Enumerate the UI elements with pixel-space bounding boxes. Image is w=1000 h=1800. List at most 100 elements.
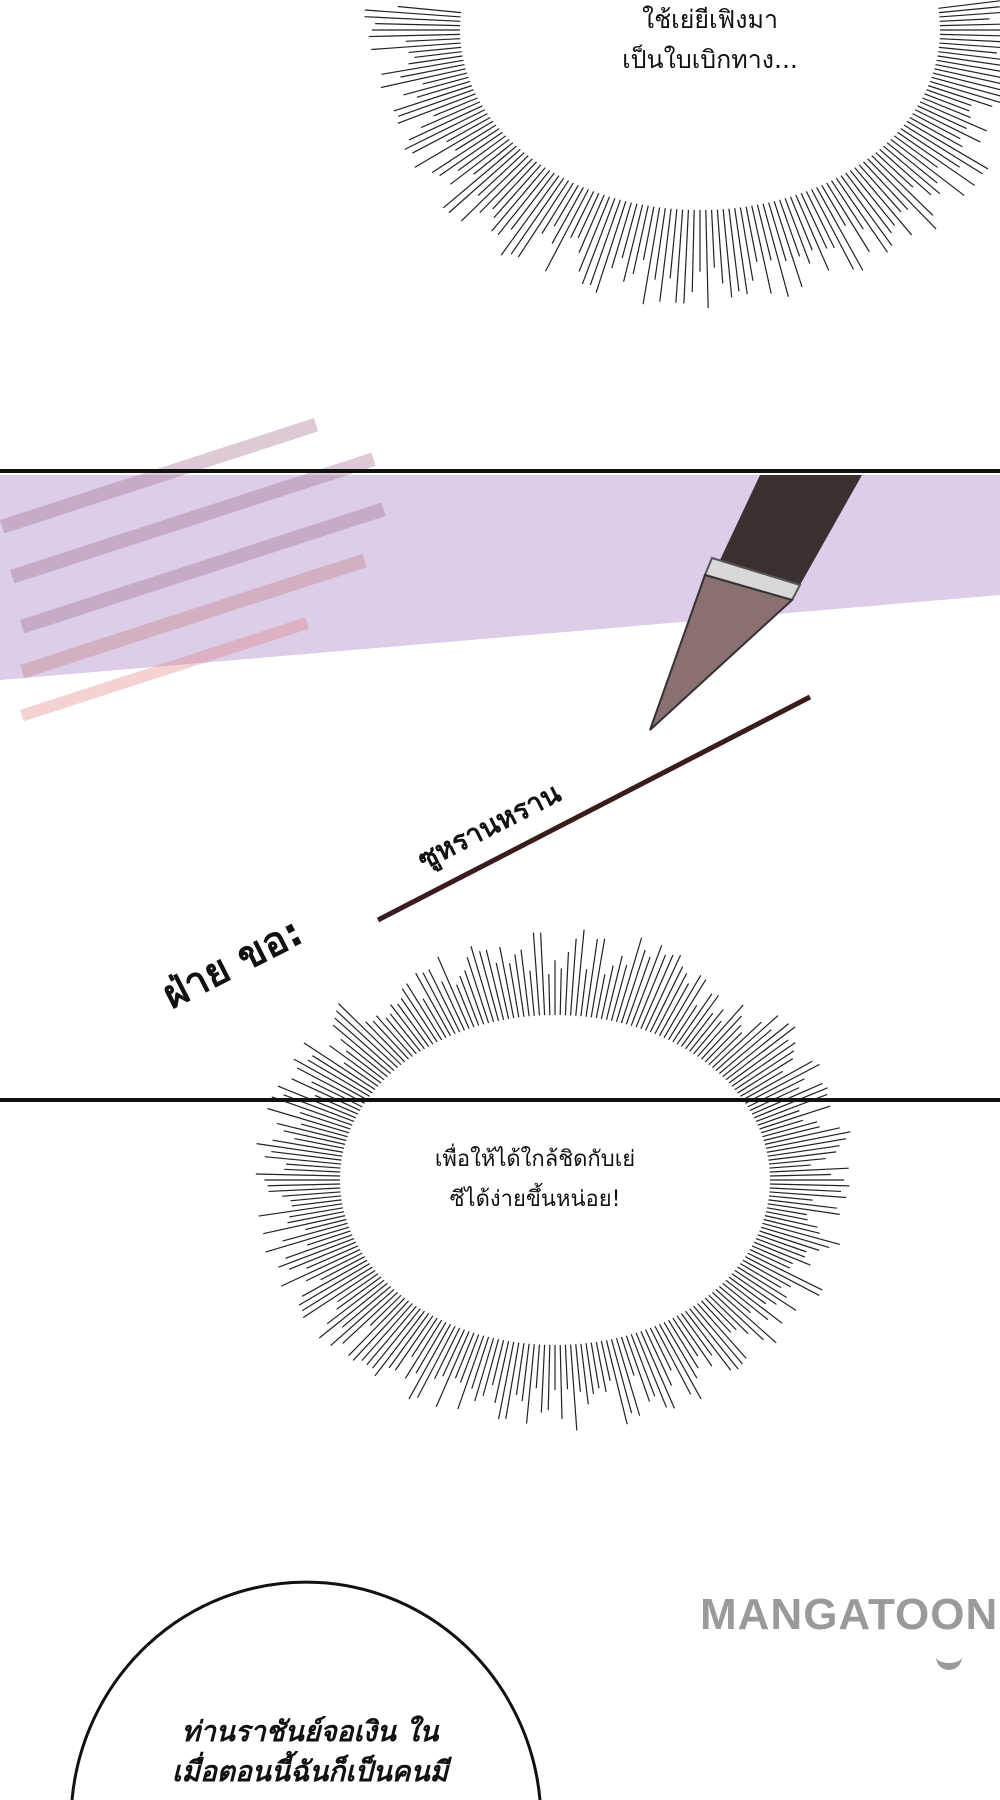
- burst-ray: [660, 209, 671, 302]
- signature-line: [378, 697, 810, 920]
- burst-ray: [732, 1043, 795, 1087]
- burst-ray: [429, 969, 460, 1032]
- burst-ray: [596, 201, 626, 293]
- burst-ray: [305, 1219, 346, 1229]
- burst-ray: [458, 1336, 484, 1409]
- burst-ray: [891, 139, 964, 195]
- burst-ray: [423, 73, 467, 84]
- burst-ray: [694, 1306, 743, 1364]
- burst-ray: [294, 1139, 344, 1149]
- burst-ray: [560, 1345, 562, 1419]
- burst-ray: [769, 1196, 813, 1200]
- burst-ray: [673, 1318, 698, 1356]
- burst-ray: [586, 939, 597, 1017]
- burst-ray: [894, 136, 938, 168]
- burst-ray: [717, 210, 722, 284]
- burst-ray: [940, 34, 1000, 36]
- burst-ray: [876, 153, 913, 188]
- burst-ray: [723, 1024, 789, 1077]
- burst-ray: [698, 1304, 747, 1359]
- burst-ray: [940, 19, 990, 21]
- burst-ray: [754, 1242, 810, 1265]
- burst-ray: [757, 205, 771, 261]
- burst-ray: [496, 963, 508, 1019]
- burst-ray: [367, 1306, 417, 1365]
- burst-ray: [391, 1005, 425, 1049]
- burst-ray: [626, 957, 650, 1024]
- burst-ray: [331, 1289, 394, 1345]
- burst-ray: [922, 98, 970, 118]
- burst-ray: [285, 1235, 352, 1259]
- burst-ray: [364, 17, 460, 22]
- burst-ray: [268, 1109, 349, 1133]
- burst-ray: [904, 125, 983, 174]
- burst-ray: [443, 1330, 465, 1377]
- burst-ray: [579, 195, 604, 253]
- burst-ray: [601, 966, 613, 1019]
- burst-ray: [447, 117, 491, 141]
- burst-ray: [650, 1328, 671, 1370]
- burst-ray: [750, 1250, 790, 1268]
- burst-ray: [770, 1184, 849, 1186]
- burst-ray: [344, 1063, 378, 1087]
- burst-ray: [373, 1021, 409, 1059]
- burst-ray: [282, 1192, 340, 1196]
- burst-ray: [541, 1345, 544, 1413]
- burst-ray: [940, 39, 1000, 44]
- burst-ray: [591, 939, 604, 1018]
- burst-ray: [796, 195, 829, 271]
- burst-ray: [338, 1274, 378, 1302]
- burst-ray: [394, 86, 472, 111]
- burst-ray: [822, 185, 846, 226]
- burst-ray: [841, 176, 892, 246]
- burst-ray: [636, 1333, 666, 1408]
- burst-ray: [282, 1223, 347, 1241]
- burst-ray: [268, 1184, 340, 1186]
- burst-ray: [898, 132, 975, 185]
- burst-ray: [369, 34, 460, 36]
- burst-ray: [506, 1343, 519, 1419]
- burst-ray: [343, 1292, 398, 1343]
- burst-ray: [571, 939, 577, 1016]
- burst-ray: [423, 999, 446, 1038]
- burst-ray: [655, 973, 687, 1033]
- text-line: ซีได้ง่ายขึ้นหน่อย!: [350, 1180, 720, 1220]
- burst-ray: [670, 209, 677, 278]
- burst-ray: [373, 1309, 421, 1369]
- burst-ray: [304, 1043, 375, 1090]
- burst-ray: [461, 156, 528, 221]
- burst-ray: [768, 1152, 836, 1160]
- burst-ray: [582, 198, 614, 284]
- burst-ray: [406, 39, 461, 42]
- burst-ray: [768, 1204, 840, 1215]
- burst-ray: [286, 1164, 340, 1168]
- burst-ray: [409, 47, 461, 52]
- burst-ray: [375, 24, 460, 26]
- burst-ray: [684, 210, 689, 304]
- burst-ray: [740, 207, 753, 280]
- burst-ray: [398, 6, 461, 12]
- burst-ray: [766, 1212, 808, 1220]
- burst-ray: [706, 210, 708, 308]
- burst-ray: [743, 1260, 791, 1287]
- burst-ray: [631, 1334, 655, 1396]
- burst-ray: [353, 1301, 408, 1361]
- bubble-middle-text: เพื่อให้ได้ใกล้ชิดกับเย่ ซีได้ง่ายขึ้นหน…: [350, 1140, 720, 1220]
- burst-ray: [729, 1040, 788, 1083]
- burst-ray: [768, 1146, 840, 1156]
- burst-ray: [801, 193, 827, 248]
- burst-ray: [498, 170, 550, 234]
- burst-ray: [565, 1345, 567, 1390]
- bubble-top-text: ใช้เย่ยีเฟิงมา เป็นใบเบิกทาง...: [560, 0, 860, 80]
- burst-ray: [256, 1174, 340, 1176]
- burst-ray: [530, 971, 534, 1016]
- burst-ray: [940, 24, 1000, 26]
- burst-ray: [333, 1025, 391, 1074]
- text-line: เมื่อตอนนี้ฉันก็เป็นคนมี: [140, 1752, 480, 1792]
- text-line: ท่านราชันย์จอเงิน ใน: [140, 1712, 480, 1752]
- burst-ray: [536, 1345, 539, 1389]
- burst-ray: [712, 1292, 763, 1339]
- mangatoon-logo: MANGATOON: [700, 1590, 998, 1640]
- burst-ray: [362, 1304, 412, 1361]
- burst-ray: [571, 191, 594, 237]
